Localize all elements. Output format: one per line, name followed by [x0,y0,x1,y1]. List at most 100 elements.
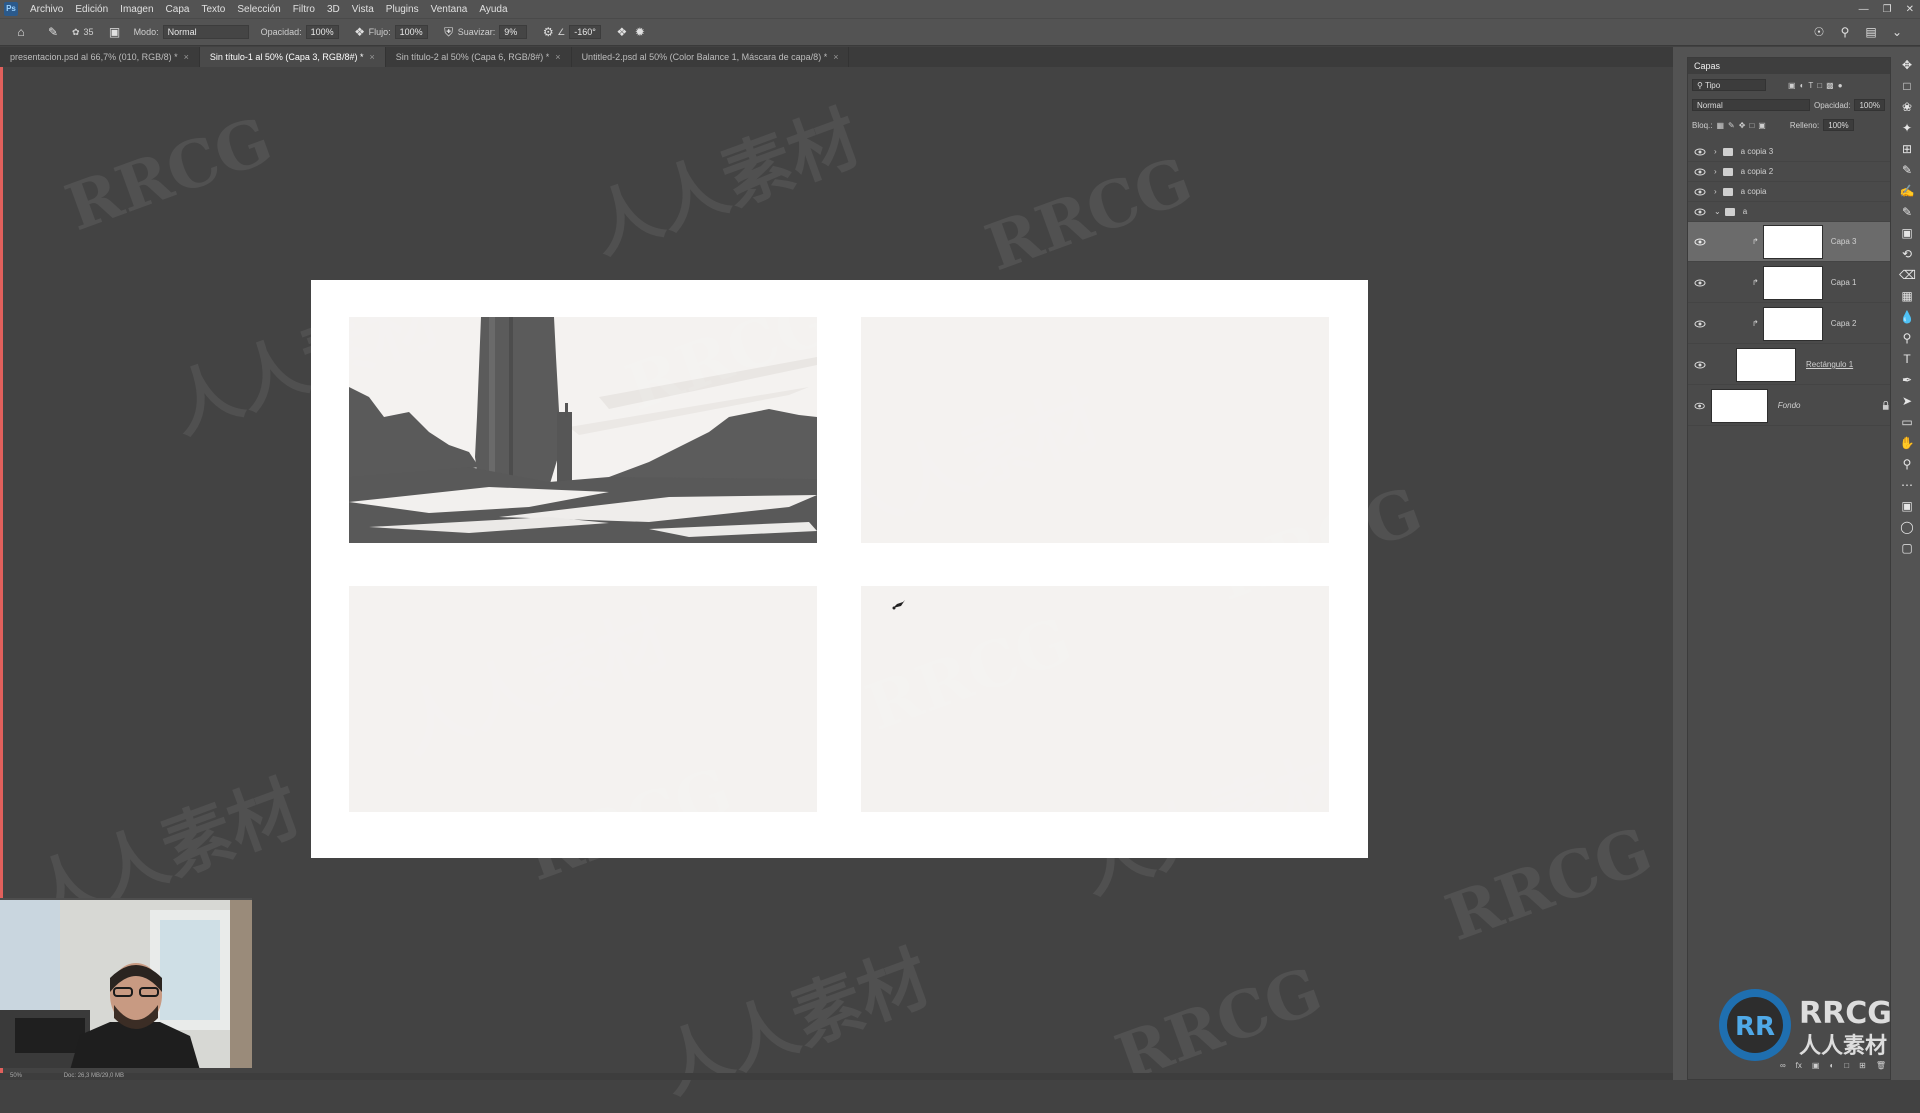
layers-panel-title[interactable]: Capas [1688,58,1890,74]
layer-row[interactable]: Fondo [1688,386,1890,426]
stamp-tool-icon[interactable]: ▣ [1899,225,1915,241]
chevron-right-icon[interactable]: › [1714,187,1717,196]
lock-all-icon[interactable]: ▣ [1758,121,1766,130]
brush-tool-icon[interactable]: ✎ [44,23,62,41]
filter-pixel-icon[interactable]: ▣ [1788,81,1796,90]
menu-3d[interactable]: 3D [321,4,346,15]
document-canvas[interactable] [311,280,1368,858]
menu-capa[interactable]: Capa [160,4,196,15]
smoothing-input[interactable]: 9% [499,25,528,39]
type-tool-icon[interactable]: T [1899,351,1915,367]
search-icon[interactable]: ⚲ [1836,23,1854,41]
chevron-down-icon[interactable]: ⌄ [1888,23,1906,41]
hand-tool-icon[interactable]: ✋ [1899,435,1915,451]
layer-row[interactable]: › a copia 2 [1688,162,1890,182]
layer-row[interactable]: › a copia 3 [1688,142,1890,162]
eraser-tool-icon[interactable]: ⌫ [1899,267,1916,283]
menu-ayuda[interactable]: Ayuda [473,4,513,15]
close-icon[interactable]: × [184,52,189,62]
menu-imagen[interactable]: Imagen [114,4,159,15]
lasso-tool-icon[interactable]: ❀ [1899,99,1915,115]
color-swatches-icon[interactable]: ▣ [1899,498,1915,514]
close-icon[interactable]: ✕ [1906,4,1914,15]
eye-icon[interactable] [1694,166,1706,178]
home-icon[interactable]: ⌂ [12,23,30,41]
brush-settings-icon[interactable]: ▣ [106,23,124,41]
dodge-tool-icon[interactable]: ⚲ [1899,330,1915,346]
eye-icon[interactable] [1694,318,1706,330]
screen-mode-icon[interactable]: ▢ [1899,540,1915,556]
eye-icon[interactable] [1694,146,1706,158]
menu-plugins[interactable]: Plugins [380,4,425,15]
more-tools-icon[interactable]: ⋯ [1899,477,1915,493]
path-select-icon[interactable]: ➤ [1899,393,1915,409]
gear-icon[interactable]: ⚙ [539,23,557,41]
filter-smart-icon[interactable]: ▩ [1826,81,1834,90]
thumbnail-frame-3[interactable] [349,586,817,812]
close-icon[interactable]: × [369,52,374,62]
filter-adjust-icon[interactable]: ◐ [1800,81,1805,90]
thumbnail-frame-2[interactable] [861,317,1329,543]
lock-transparent-icon[interactable]: ▦ [1716,121,1724,130]
menu-archivo[interactable]: Archivo [24,4,69,15]
layer-row[interactable]: ↱ Capa 3 [1688,222,1890,262]
eyedropper-icon[interactable]: ✎ [1899,162,1915,178]
tab-presentacion[interactable]: presentacion.psd al 66,7% (010, RGB/8) *… [0,47,200,67]
menu-seleccion[interactable]: Selección [231,4,286,15]
layer-opacity-input[interactable]: 100% [1854,99,1885,111]
history-brush-icon[interactable]: ⟲ [1899,246,1915,262]
blend-mode-select[interactable]: Normal [1692,99,1810,111]
tab-sin-titulo-2[interactable]: Sin título-2 al 50% (Capa 6, RGB/8#) * × [386,47,572,67]
layer-filter-select[interactable]: ⚲ Tipo [1692,79,1766,91]
thumbnail-frame-1[interactable] [349,317,817,543]
filter-shape-icon[interactable]: □ [1817,81,1822,90]
menu-texto[interactable]: Texto [195,4,231,15]
zoom-tool-icon[interactable]: ⚲ [1899,456,1915,472]
filter-toggle-icon[interactable]: ● [1838,81,1843,90]
layer-row[interactable]: ↱ Capa 2 [1688,304,1890,344]
move-tool-icon[interactable]: ✥ [1899,57,1915,73]
eye-icon[interactable] [1694,206,1706,218]
mode-select[interactable]: Normal [162,25,249,39]
lock-move-icon[interactable]: ✥ [1739,121,1746,130]
thumbnail-frame-4[interactable] [861,586,1329,812]
angle-input[interactable]: -160° [569,25,601,39]
zoom-level[interactable]: 50% [10,1073,22,1079]
menu-ventana[interactable]: Ventana [425,4,474,15]
brush-tool-icon[interactable]: ✎ [1899,204,1915,220]
pen-tool-icon[interactable]: ✒ [1899,372,1915,388]
photoshop-icon[interactable]: Ps [4,2,18,16]
blur-tool-icon[interactable]: 💧 [1899,309,1915,325]
share-icon[interactable]: ☉ [1810,23,1828,41]
marquee-tool-icon[interactable]: □ [1899,78,1915,94]
tab-sin-titulo-1[interactable]: Sin título-1 al 50% (Capa 3, RGB/8#) * × [199,47,386,67]
lock-artboard-icon[interactable]: □ [1749,121,1754,130]
flow-input[interactable]: 100% [394,25,428,39]
quick-mask-icon[interactable]: ◯ [1899,519,1915,535]
chevron-right-icon[interactable]: › [1714,167,1717,176]
layer-row[interactable]: ↱ Capa 1 [1688,263,1890,303]
eye-icon[interactable] [1694,359,1706,371]
crop-tool-icon[interactable]: ⊞ [1899,141,1915,157]
chevron-right-icon[interactable]: › [1714,147,1717,156]
layer-fill-input[interactable]: 100% [1823,119,1854,131]
layer-row[interactable]: Rectángulo 1 [1688,345,1890,385]
healing-brush-icon[interactable]: ✍ [1899,183,1915,199]
airbrush-icon[interactable]: ⛨ [440,23,458,41]
eye-icon[interactable] [1694,186,1706,198]
layer-row[interactable]: › a copia [1688,182,1890,202]
menu-vista[interactable]: Vista [346,4,380,15]
close-icon[interactable]: × [555,52,560,62]
filter-text-icon[interactable]: T [1808,81,1813,90]
eye-icon[interactable] [1694,400,1705,412]
opacity-input[interactable]: 100% [305,25,339,39]
brush-size-picker[interactable]: ✿ 35 [72,27,94,38]
shape-tool-icon[interactable]: ▭ [1899,414,1915,430]
eye-icon[interactable] [1694,236,1706,248]
restore-icon[interactable]: ❐ [1883,4,1892,15]
chevron-down-icon[interactable]: ⌄ [1714,207,1721,216]
eye-icon[interactable] [1694,277,1706,289]
menu-edicion[interactable]: Edición [69,4,114,15]
pressure-opacity-icon[interactable]: ❖ [351,23,369,41]
close-icon[interactable]: × [833,52,838,62]
